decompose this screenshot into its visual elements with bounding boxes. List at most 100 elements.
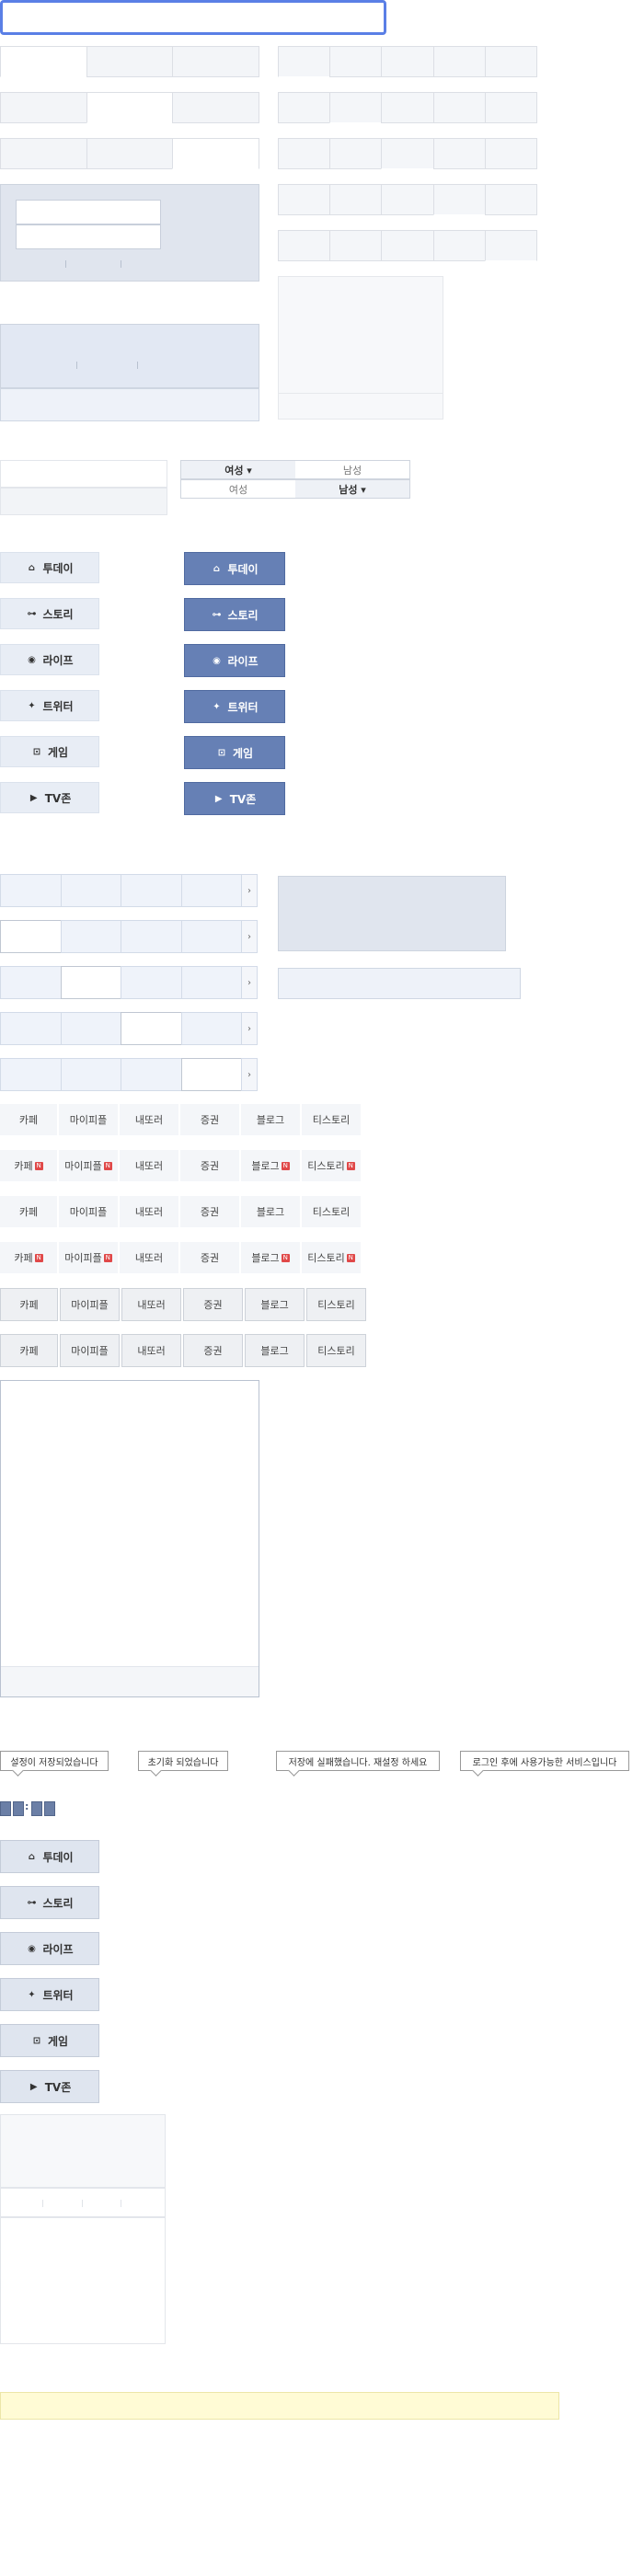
- nav-button-2[interactable]: ◉ 라이프: [0, 644, 99, 675]
- nav-button-5[interactable]: ▶ TV존: [184, 782, 285, 815]
- tab-1[interactable]: [0, 46, 87, 77]
- service-link[interactable]: 티스토리: [306, 1334, 367, 1367]
- pager-page-3[interactable]: [180, 966, 242, 999]
- service-link[interactable]: 내또러: [120, 1150, 178, 1181]
- service-link[interactable]: 내또러: [120, 1104, 178, 1135]
- pager-page-2[interactable]: [121, 1012, 182, 1045]
- service-link[interactable]: 마이피플: [59, 1104, 118, 1135]
- male-option[interactable]: 남성: [295, 461, 409, 478]
- tab-2[interactable]: [329, 230, 383, 261]
- next-arrow-icon[interactable]: ›: [241, 920, 258, 953]
- tab-5[interactable]: [484, 184, 538, 215]
- tab-5[interactable]: [484, 92, 538, 123]
- next-arrow-icon[interactable]: ›: [241, 1012, 258, 1045]
- female-option[interactable]: 여성: [181, 480, 295, 498]
- nav-button-0[interactable]: ⌂ 투데이: [184, 552, 285, 585]
- tab-3[interactable]: [381, 138, 434, 169]
- tab-1[interactable]: [278, 230, 331, 261]
- pager-page-0[interactable]: [0, 1058, 62, 1091]
- tab-2[interactable]: [329, 92, 383, 123]
- pager-page-3[interactable]: [180, 1058, 242, 1091]
- service-link[interactable]: 카페: [0, 1288, 59, 1321]
- service-link[interactable]: 내또러: [121, 1288, 182, 1321]
- service-link[interactable]: 증권: [180, 1150, 239, 1181]
- next-arrow-icon[interactable]: ›: [241, 1058, 258, 1091]
- male-option[interactable]: 남성 ▾: [295, 480, 409, 498]
- service-link[interactable]: 블로그 N: [241, 1242, 300, 1273]
- pager-page-2[interactable]: [121, 966, 182, 999]
- tab-3[interactable]: [381, 46, 434, 77]
- service-link[interactable]: 티스토리 N: [302, 1242, 361, 1273]
- pager-page-0[interactable]: [0, 1012, 62, 1045]
- tab-2[interactable]: [86, 138, 174, 169]
- service-link[interactable]: 마이피플 N: [59, 1242, 118, 1273]
- tab-1[interactable]: [0, 92, 87, 123]
- tab-2[interactable]: [329, 184, 383, 215]
- service-link[interactable]: 마이피플: [60, 1288, 121, 1321]
- tab-4[interactable]: [432, 230, 486, 261]
- nav-button-0[interactable]: ⌂ 투데이: [0, 1840, 99, 1873]
- tab-3[interactable]: [172, 138, 260, 169]
- service-link[interactable]: 마이피플 N: [59, 1150, 118, 1181]
- pager-page-1[interactable]: [60, 1012, 121, 1045]
- service-link[interactable]: 카페: [0, 1104, 57, 1135]
- service-link[interactable]: 티스토리 N: [302, 1150, 361, 1181]
- service-link[interactable]: 블로그: [245, 1288, 305, 1321]
- pager-page-1[interactable]: [60, 920, 121, 953]
- service-link[interactable]: 내또러: [121, 1334, 182, 1367]
- pager-page-1[interactable]: [60, 966, 121, 999]
- nav-button-0[interactable]: ⌂ 투데이: [0, 552, 99, 583]
- tab-3[interactable]: [381, 230, 434, 261]
- tab-4[interactable]: [432, 184, 486, 215]
- pager-page-1[interactable]: [60, 874, 121, 907]
- nav-button-1[interactable]: ⊶ 스토리: [184, 598, 285, 631]
- service-link[interactable]: 증권: [180, 1196, 239, 1227]
- nav-button-2[interactable]: ◉ 라이프: [0, 1932, 99, 1965]
- pager-page-3[interactable]: [180, 874, 242, 907]
- id-field[interactable]: [16, 200, 161, 224]
- nav-button-5[interactable]: ▶ TV존: [0, 782, 99, 813]
- pager-page-2[interactable]: [121, 920, 182, 953]
- female-option[interactable]: 여성 ▾: [181, 461, 295, 478]
- tab-2[interactable]: [86, 46, 174, 77]
- service-link[interactable]: 블로그 N: [241, 1150, 300, 1181]
- tab-5[interactable]: [484, 46, 538, 77]
- nav-button-1[interactable]: ⊶ 스토리: [0, 598, 99, 629]
- service-link[interactable]: 카페 N: [0, 1150, 57, 1181]
- tab-2[interactable]: [86, 92, 174, 123]
- nav-button-3[interactable]: ✦ 트위터: [184, 690, 285, 723]
- service-link[interactable]: 블로그: [241, 1196, 300, 1227]
- tab-5[interactable]: [484, 138, 538, 169]
- nav-button-2[interactable]: ◉ 라이프: [184, 644, 285, 677]
- pager-page-0[interactable]: [0, 966, 62, 999]
- pager-page-0[interactable]: [0, 874, 62, 907]
- service-link[interactable]: 카페 N: [0, 1242, 57, 1273]
- pager-page-3[interactable]: [180, 1012, 242, 1045]
- service-link[interactable]: 증권: [180, 1104, 239, 1135]
- service-link[interactable]: 내또러: [120, 1242, 178, 1273]
- tab-3[interactable]: [172, 46, 260, 77]
- tab-2[interactable]: [329, 138, 383, 169]
- service-link[interactable]: 티스토리: [306, 1288, 367, 1321]
- pager-page-3[interactable]: [180, 920, 242, 953]
- service-link[interactable]: 내또러: [120, 1196, 178, 1227]
- tab-1[interactable]: [0, 138, 87, 169]
- service-link[interactable]: 블로그: [245, 1334, 305, 1367]
- service-link[interactable]: 카페: [0, 1334, 59, 1367]
- pager-page-2[interactable]: [121, 874, 182, 907]
- nav-button-4[interactable]: ⊡ 게임: [0, 2024, 99, 2057]
- service-link[interactable]: 블로그: [241, 1104, 300, 1135]
- tab-1[interactable]: [278, 138, 331, 169]
- service-link[interactable]: 증권: [183, 1288, 244, 1321]
- pager-page-2[interactable]: [121, 1058, 182, 1091]
- pager-page-1[interactable]: [60, 1058, 121, 1091]
- nav-button-1[interactable]: ⊶ 스토리: [0, 1886, 99, 1919]
- tab-3[interactable]: [381, 92, 434, 123]
- service-link[interactable]: 증권: [180, 1242, 239, 1273]
- service-link[interactable]: 카페: [0, 1196, 57, 1227]
- service-link[interactable]: 증권: [183, 1334, 244, 1367]
- tab-1[interactable]: [278, 184, 331, 215]
- password-field[interactable]: [16, 224, 161, 249]
- service-link[interactable]: 마이피플: [59, 1196, 118, 1227]
- nav-button-3[interactable]: ✦ 트위터: [0, 690, 99, 721]
